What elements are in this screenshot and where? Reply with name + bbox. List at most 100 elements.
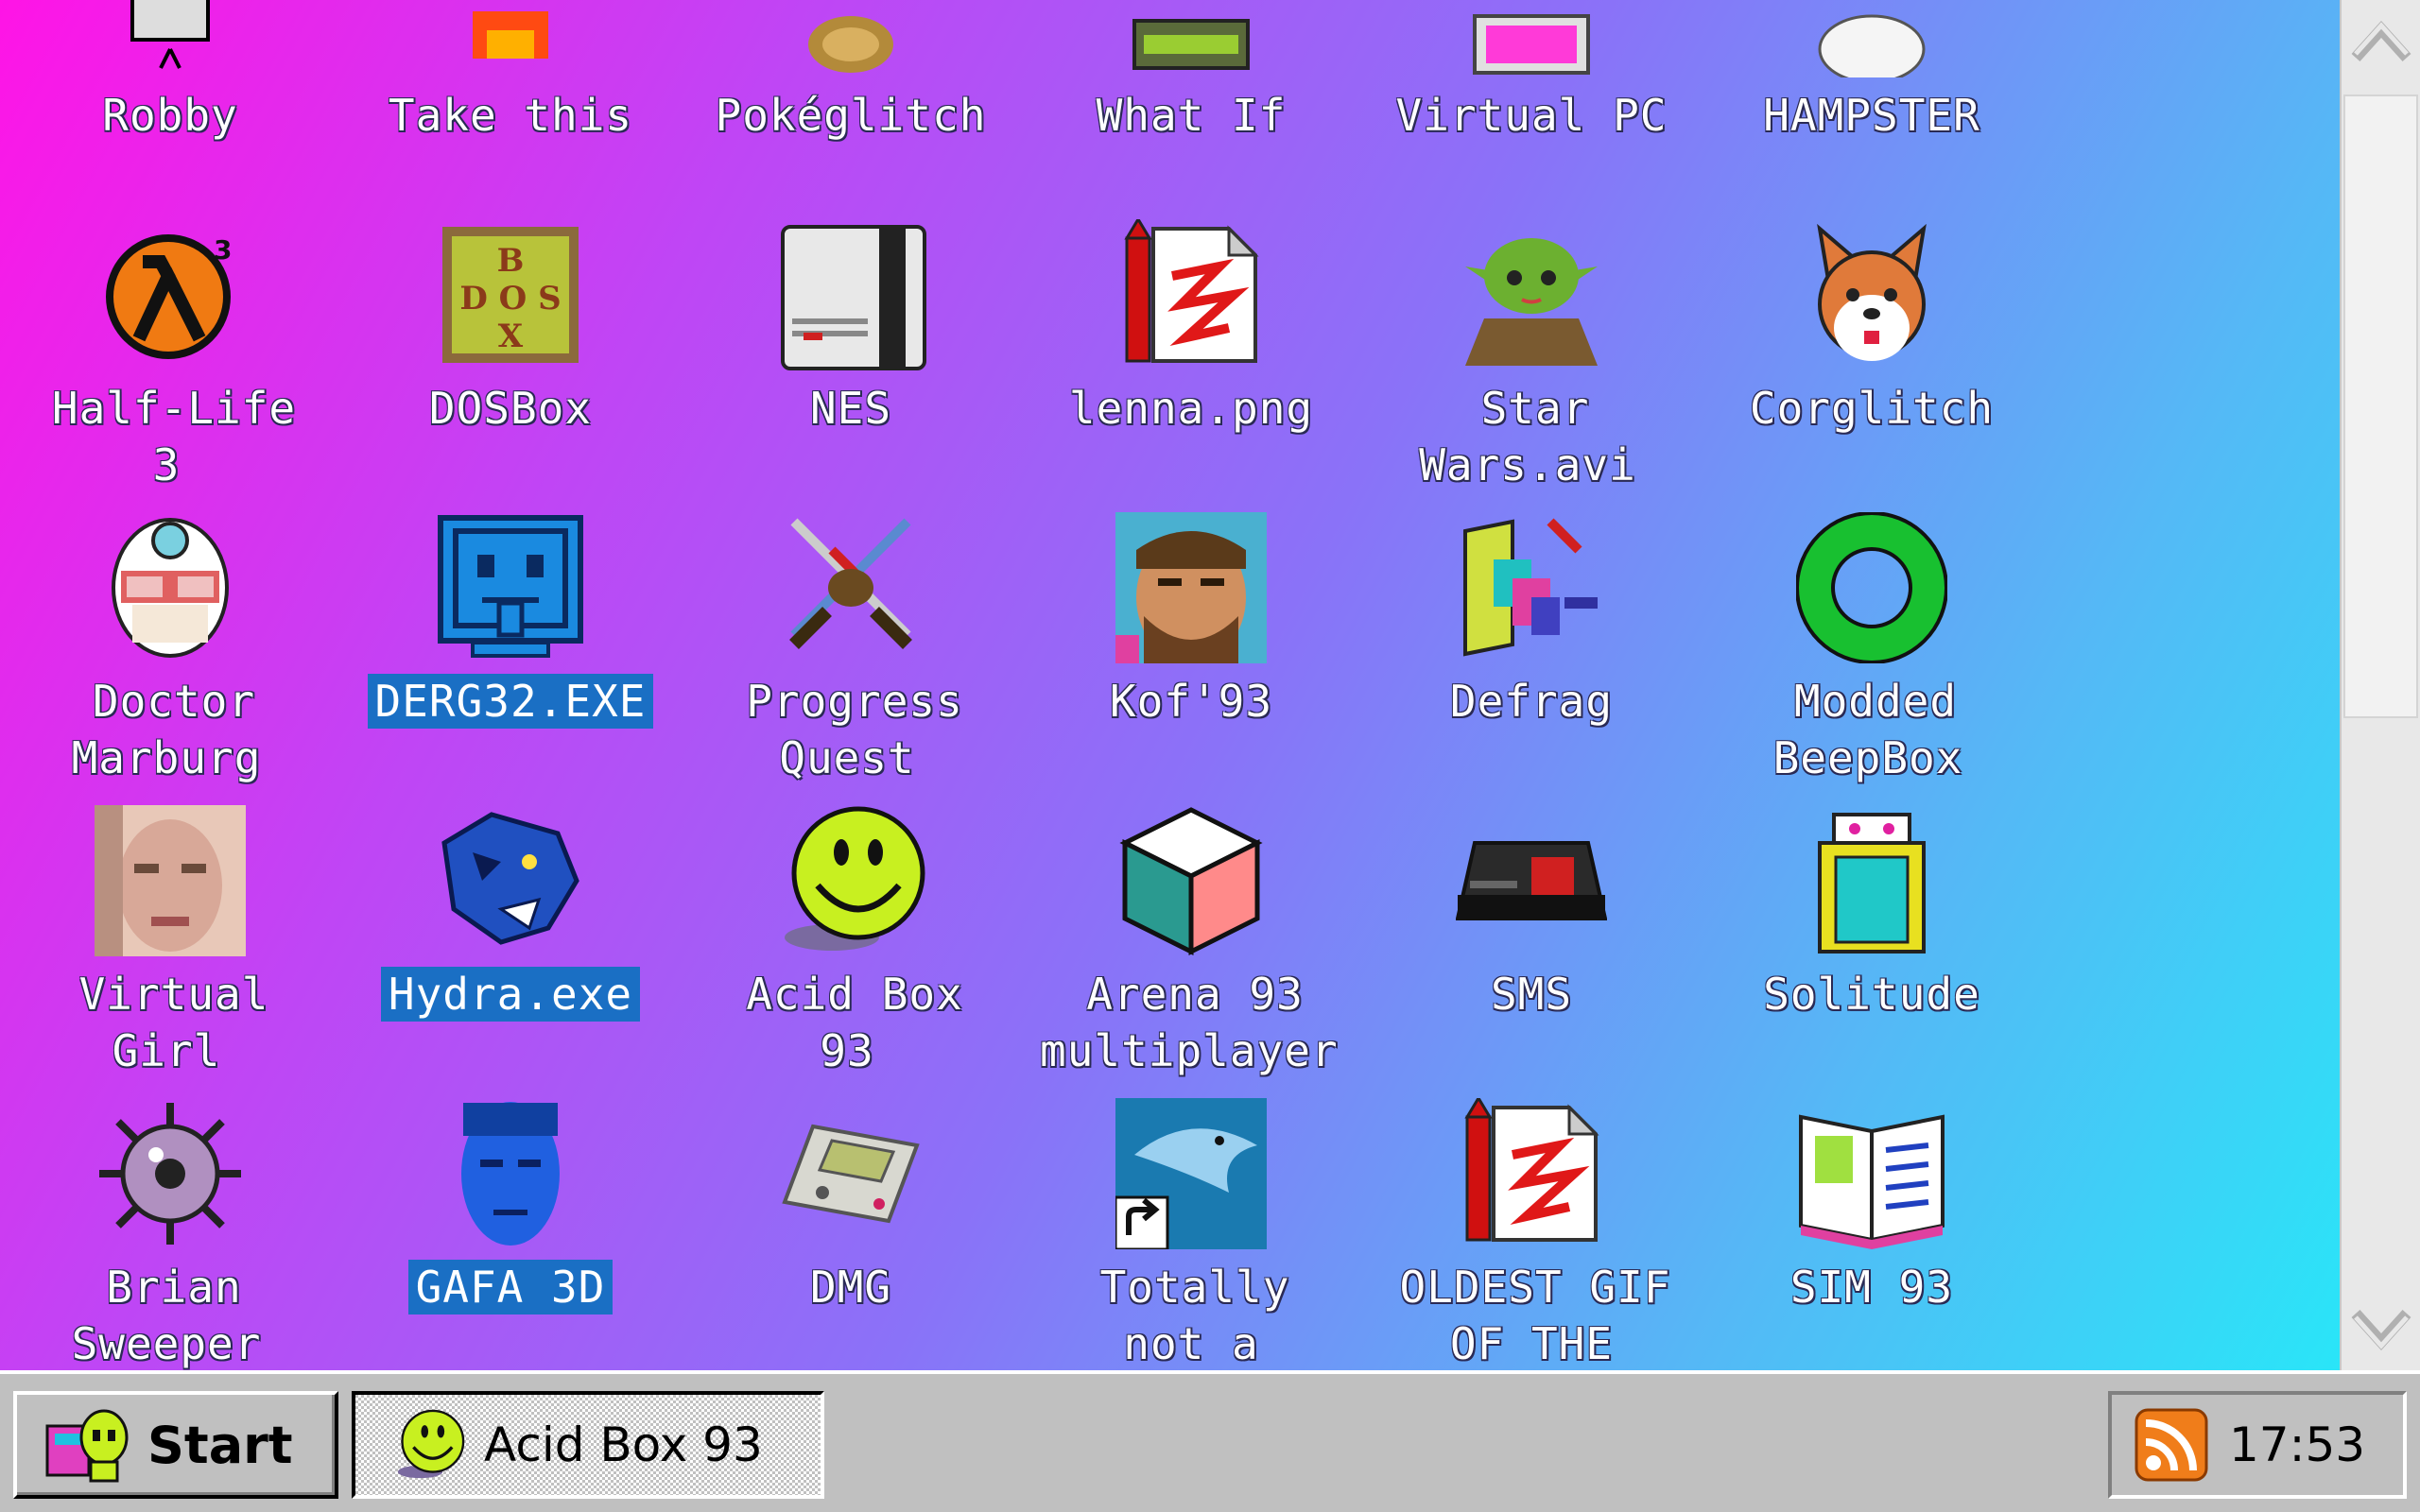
desktop-icon-label-text: GAFA 3D [407,1260,614,1314]
desktop-icon[interactable]: Defrag [1361,463,1702,756]
desktop-icon-label-text: HAMPSTER [1763,90,1980,141]
mine-icon [95,1098,246,1249]
desktop-icon[interactable]: DERG32.EXE [340,463,681,756]
desktop-icon[interactable]: HAMPSTER [1702,0,2042,170]
paint-document-icon [1115,219,1267,370]
start-alien-icon [45,1409,129,1483]
chevron-down-icon [2351,1309,2411,1350]
desktop-icon[interactable]: OLDEST GIF OF THE INTERWEBZ [1361,1049,1702,1369]
desktop-icon[interactable]: DOSBox [340,170,681,463]
desktop-icon[interactable]: Acid Box 93 [681,756,1021,1076]
scrollbar-thumb[interactable] [2343,94,2418,718]
desktop-icon[interactable]: GAFA 3D [340,1049,681,1342]
desktop-icon-label: Kof'93 [1040,673,1342,730]
system-tray: 17:53 [2108,1391,2407,1499]
desktop-icon[interactable]: Modded BeepBox [1702,463,2042,783]
desktop-icon-label-text: Robby [102,90,238,141]
desktop-icon[interactable]: lenna.png [1021,170,1361,463]
desktop-icon[interactable]: Arena 93 multiplayer [1021,756,1361,1076]
rss-feed-icon[interactable] [2135,1408,2208,1482]
paint-document-icon [1456,1098,1607,1249]
scroll-down-button[interactable] [2342,1290,2420,1370]
desktop-icon[interactable]: SIM 93 [1702,1049,2042,1342]
desktop-icon-label: Corglitch [1720,380,2023,437]
desktop-icon[interactable]: Virtual PC [1361,0,1702,170]
hamster-icon [1796,0,1947,77]
desktop-icon[interactable]: Star Wars.avi [1361,170,1702,490]
desktop-icon-label: HAMPSTER [1720,87,2023,144]
desktop-icon-label-text: Kof'93 [1109,676,1273,727]
acid-smiley-icon [775,805,926,956]
desktop-icon-label-text: DOSBox [428,383,593,434]
desktop-icon[interactable]: Take this [340,0,681,170]
desktop-icon[interactable]: SMS [1361,756,1702,1049]
desktop-icon-label-text: Brian Sweeper [71,1262,262,1369]
desktop-icon-label-text: DMG [809,1262,892,1313]
desktop-icon-label-text: Defrag [1449,676,1614,727]
desktop-icon[interactable]: Virtual Girl [0,756,340,1076]
hydra-dragon-icon [435,805,586,956]
desktop-icon[interactable]: Totally not a virus.Trust me... a [1021,1049,1361,1369]
sword-icon [435,0,586,77]
desktop-icon[interactable]: Hydra.exe [340,756,681,1049]
desktop-icon-label: Virtual PC [1380,87,1683,144]
desktop-icon-label: lenna.png [1040,380,1342,437]
vertical-scrollbar[interactable] [2340,0,2420,1370]
desktop-icon-label: Solitude [1720,966,2023,1022]
desktop-icon[interactable]: Brian Sweeper [0,1049,340,1369]
clock[interactable]: 17:53 [2229,1418,2365,1472]
cube-icon [1115,805,1267,956]
robot-icon [95,0,246,77]
desktop-icon[interactable]: Doctor Marburg [0,463,340,783]
desktop-icon-label: Totally not a virus.Trust me... a [1040,1259,1342,1370]
desktop-icon-label: Robby [19,87,321,144]
desktop-icon-grid: Robby Take this Pokéglitch What If Virtual P… [0,0,2042,1369]
corgi-icon [1796,219,1947,370]
desktop-icon-label-text: What If [1096,90,1287,141]
desktop-icon-label: OLDEST GIF OF THE INTERWEBZ [1380,1259,1683,1370]
desktop-icon-label: DERG32.EXE [359,673,662,730]
desktop-icon[interactable]: Half-Life 3 [0,170,340,490]
solitude-card-icon [1796,805,1947,956]
desktop-icon-label-text: SMS [1490,969,1573,1020]
desktop-icon-label: What If [1040,87,1342,144]
desktop-icon-label: GAFA 3D [359,1259,662,1315]
desktop-icon[interactable]: NES [681,170,1021,463]
desktop-icon[interactable]: DMG [681,1049,1021,1342]
desktop-icon[interactable]: Kof'93 [1021,463,1361,756]
computer-icon [1456,0,1607,77]
desktop-icon[interactable]: What If [1021,0,1361,170]
nes-console-icon [775,219,926,370]
desktop-icon-label: DOSBox [359,380,662,437]
defrag-icon [1456,512,1607,663]
gameboy-icon [775,1098,926,1249]
chevron-up-icon [2351,20,2411,61]
desktop-icon-label-text: OLDEST GIF OF THE INTERWEBZ [1399,1262,1671,1369]
desktop-icon-label-text: SIM 93 [1789,1262,1954,1313]
desktop-icon-label: Take this [359,87,662,144]
scroll-up-button[interactable] [2342,0,2420,80]
desktop-icon[interactable]: Solitude [1702,756,2042,1049]
start-button[interactable]: Start [13,1391,338,1499]
monitor-face-icon [435,512,586,663]
half-life-lambda-icon [95,219,246,370]
desktop-icon-label-text: NES [809,383,892,434]
desktop-icon[interactable]: Robby [0,0,340,170]
taskbar-window-acid-box-93[interactable]: Acid Box 93 [352,1391,824,1499]
taskbar-window-label: Acid Box 93 [484,1418,763,1472]
sms-console-icon [1456,805,1607,956]
open-book-icon [1796,1098,1947,1249]
desktop-icon-label-text: lenna.png [1068,383,1314,434]
desktop-icon-label-text: Totally not a virus.Trust me... a [1099,1262,1290,1369]
desktop-icon-label: SMS [1380,966,1683,1022]
desktop-icon-label: DMG [700,1259,1002,1315]
dosbox-crate-icon [435,219,586,370]
desktop-icon[interactable]: Corglitch [1702,170,2042,463]
desktop-icon[interactable]: Pokéglitch [681,0,1021,170]
desktop-icon-label-text: Pokéglitch [715,90,987,141]
desktop-icon-label-text: Solitude [1763,969,1980,1020]
desktop-icon[interactable]: Progress Quest [681,463,1021,783]
dolphin-shortcut-icon [1115,1098,1267,1249]
girl-face-icon [95,805,246,956]
taskbar: Start Acid Box 93 17:53 [0,1370,2420,1512]
